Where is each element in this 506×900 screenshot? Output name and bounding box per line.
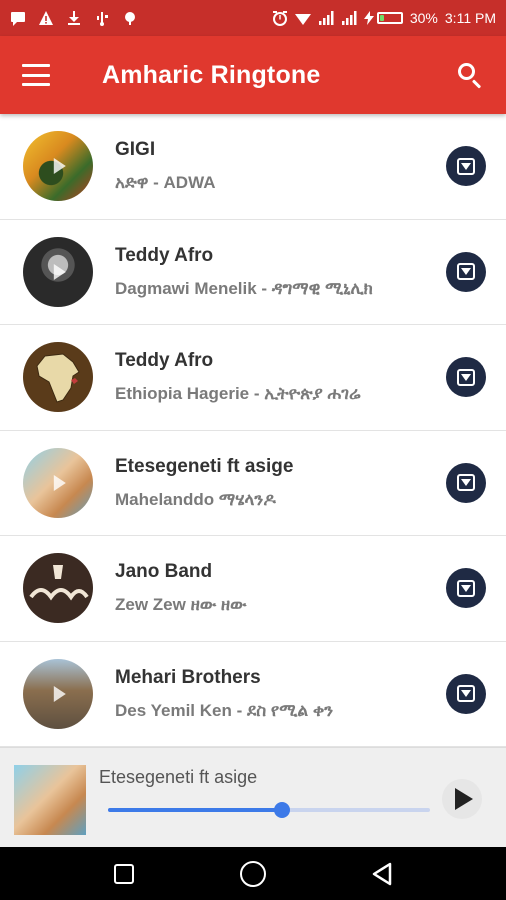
song-text: Teddy Afro Ethiopia Hagerie - ኢትዮጵያ ሐገሬ xyxy=(115,350,436,404)
song-artist: Teddy Afro xyxy=(115,244,214,266)
download-icon xyxy=(457,579,475,597)
song-name: Des Yemil Ken - ደስ የሚል ቀን xyxy=(115,700,334,720)
song-item[interactable]: Mehari Brothers Des Yemil Ken - ደስ የሚል ቀ… xyxy=(0,641,506,747)
song-artist: Mehari Brothers xyxy=(115,666,261,688)
home-icon xyxy=(239,860,266,887)
home-button[interactable] xyxy=(233,854,273,894)
play-overlay-icon xyxy=(53,474,66,491)
song-artist: Jano Band xyxy=(115,561,213,583)
recent-apps-icon xyxy=(114,863,135,884)
song-artist: Etesegeneti ft asige xyxy=(115,455,294,477)
download-icon xyxy=(457,685,475,703)
song-item[interactable]: Jano Band Zew Zew ዘው ዘው xyxy=(0,536,506,642)
song-artist: Teddy Afro xyxy=(115,350,214,372)
warning-icon xyxy=(39,11,53,25)
status-notifications xyxy=(10,10,138,26)
download-button[interactable] xyxy=(446,673,486,714)
download-button[interactable] xyxy=(446,357,486,398)
alarm-icon xyxy=(272,11,287,26)
song-text: Etesegeneti ft asige Mahelanddo ማሄላንዶ xyxy=(115,456,436,510)
battery-icon xyxy=(376,12,403,24)
song-name: Ethiopia Hagerie - ኢትዮጵያ ሐገሬ xyxy=(115,384,361,404)
status-bar: 30% 3:11 PM xyxy=(0,0,506,36)
message-icon xyxy=(11,12,25,26)
app-title: Amharic Ringtone xyxy=(102,60,321,89)
download-button[interactable] xyxy=(446,568,486,609)
back-button[interactable] xyxy=(362,854,402,894)
play-button[interactable] xyxy=(442,779,482,819)
back-icon xyxy=(372,862,391,885)
song-item[interactable]: GIGI አድዋ - ADWA xyxy=(0,114,506,220)
download-icon xyxy=(457,157,475,175)
search-icon[interactable] xyxy=(456,61,484,89)
menu-icon[interactable] xyxy=(22,64,50,86)
download-icon xyxy=(68,11,80,25)
song-artist: GIGI xyxy=(115,139,156,161)
app-bar: Amharic Ringtone xyxy=(0,36,506,114)
song-artwork[interactable] xyxy=(23,553,93,624)
wifi-icon xyxy=(294,14,311,25)
seek-progress xyxy=(108,808,282,812)
signal-icon xyxy=(341,11,357,25)
status-system: 30% 3:11 PM xyxy=(272,10,496,26)
download-icon xyxy=(457,368,475,386)
song-text: GIGI አድዋ - ADWA xyxy=(115,139,436,193)
play-overlay-icon xyxy=(53,685,66,702)
song-artwork[interactable] xyxy=(23,236,93,307)
song-name: Zew Zew ዘው ዘው xyxy=(115,595,247,615)
song-name: Mahelanddo ማሄላንዶ xyxy=(115,489,276,509)
signal-icon xyxy=(318,11,334,25)
mini-player[interactable]: Etesegeneti ft asige xyxy=(0,747,506,847)
seek-bar[interactable] xyxy=(108,802,430,818)
song-artwork[interactable] xyxy=(23,447,93,518)
download-button[interactable] xyxy=(446,462,486,503)
song-text: Mehari Brothers Des Yemil Ken - ደስ የሚል ቀ… xyxy=(115,667,436,721)
now-playing-artwork[interactable] xyxy=(14,765,86,835)
system-nav-bar xyxy=(0,847,506,900)
download-icon xyxy=(457,263,475,281)
song-name: Dagmawi Menelik - ዳግማዊ ሚኒሊክ xyxy=(115,278,373,298)
battery-level xyxy=(379,15,385,21)
play-overlay-icon xyxy=(53,158,66,175)
android-icon xyxy=(125,12,135,25)
play-overlay-icon xyxy=(53,263,66,280)
song-text: Teddy Afro Dagmawi Menelik - ዳግማዊ ሚኒሊክ xyxy=(115,245,436,299)
song-artwork[interactable] xyxy=(23,342,93,413)
song-name: አድዋ - ADWA xyxy=(115,173,216,193)
africa-map-icon xyxy=(36,353,80,403)
status-time: 3:11 PM xyxy=(444,10,496,26)
jano-logo-icon xyxy=(29,565,89,601)
song-item[interactable]: Teddy Afro Ethiopia Hagerie - ኢትዮጵያ ሐገሬ xyxy=(0,325,506,431)
song-item[interactable]: Teddy Afro Dagmawi Menelik - ዳግማዊ ሚኒሊክ xyxy=(0,219,506,325)
song-artwork[interactable] xyxy=(23,658,93,729)
download-icon xyxy=(457,474,475,492)
charging-icon xyxy=(363,11,374,25)
seek-thumb[interactable] xyxy=(273,802,290,818)
battery-percent: 30% xyxy=(409,10,438,26)
download-button[interactable] xyxy=(446,251,486,292)
recent-apps-button[interactable] xyxy=(104,854,144,894)
now-playing-title: Etesegeneti ft asige xyxy=(99,767,258,787)
song-list[interactable]: GIGI አድዋ - ADWA Teddy Afro Dagmawi Menel… xyxy=(0,114,506,747)
battery-indicator xyxy=(363,11,403,25)
song-artwork[interactable] xyxy=(23,131,93,202)
song-item[interactable]: Etesegeneti ft asige Mahelanddo ማሄላንዶ xyxy=(0,430,506,536)
download-button[interactable] xyxy=(446,146,486,187)
usb-icon xyxy=(97,12,108,26)
song-text: Jano Band Zew Zew ዘው ዘው xyxy=(115,561,436,615)
